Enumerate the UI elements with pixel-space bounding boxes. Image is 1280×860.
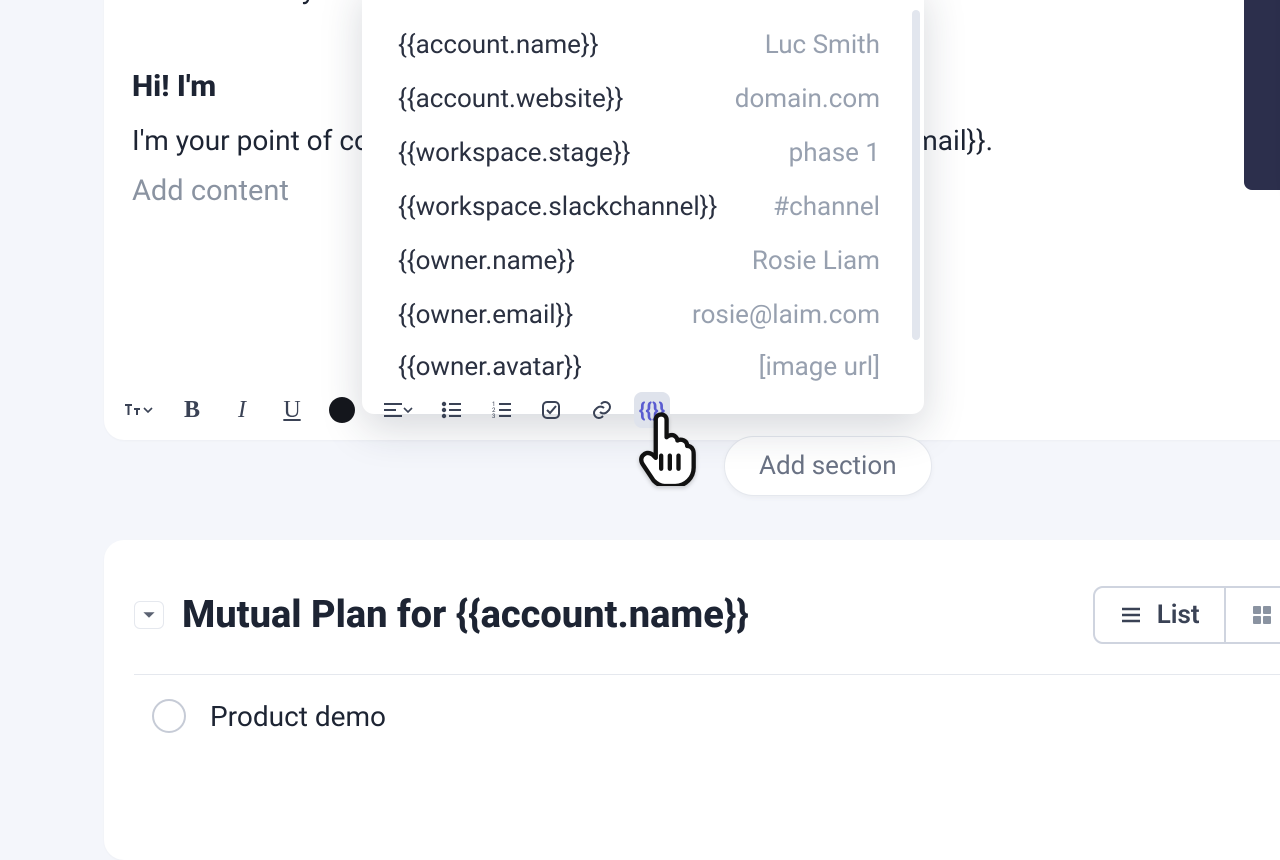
svg-text:3: 3 bbox=[492, 413, 495, 420]
variable-option[interactable]: {{workspace.slackchannel}} #channel bbox=[362, 180, 924, 234]
dropdown-scrollbar[interactable] bbox=[912, 10, 920, 340]
checklist-button[interactable] bbox=[534, 392, 570, 428]
view-switcher: List Car bbox=[1093, 586, 1280, 644]
color-dot-icon bbox=[329, 397, 355, 423]
view-card-button[interactable]: Car bbox=[1226, 586, 1280, 644]
insert-variable-button[interactable]: {{}} bbox=[634, 392, 670, 428]
list-icon bbox=[1119, 603, 1143, 627]
divider bbox=[134, 674, 1280, 675]
numbered-list-button[interactable]: 123 bbox=[484, 392, 520, 428]
mutual-plan-panel: Mutual Plan for {{account.name}} List Ca… bbox=[104, 540, 1280, 860]
text-size-button[interactable] bbox=[114, 392, 160, 428]
chevron-down-icon bbox=[142, 608, 156, 622]
mutual-plan-title[interactable]: Mutual Plan for {{account.name}} bbox=[182, 593, 749, 637]
variable-option[interactable]: {{owner.email}} rosie@laim.com bbox=[362, 288, 924, 342]
chevron-down-icon bbox=[403, 405, 413, 415]
view-list-button[interactable]: List bbox=[1093, 586, 1226, 644]
add-section-button[interactable]: Add section bbox=[724, 436, 932, 496]
link-button[interactable] bbox=[584, 392, 620, 428]
bulleted-list-button[interactable] bbox=[434, 392, 470, 428]
underline-button[interactable]: U bbox=[274, 392, 310, 428]
align-button[interactable] bbox=[374, 392, 420, 428]
formatting-toolbar: B I U 123 {{}} bbox=[104, 384, 684, 436]
variable-option[interactable]: {{account.name}} Luc Smith bbox=[362, 18, 924, 72]
task-checkbox[interactable] bbox=[152, 699, 186, 733]
variable-option[interactable]: {{workspace.stage}} phase 1 bbox=[362, 126, 924, 180]
variable-option[interactable]: {{account.website}} domain.com bbox=[362, 72, 924, 126]
grid-icon bbox=[1250, 603, 1274, 627]
variable-dropdown[interactable]: {{account.name}} Luc Smith {{account.web… bbox=[362, 0, 924, 414]
italic-button[interactable]: I bbox=[224, 392, 260, 428]
variable-option[interactable]: {{owner.name}} Rosie Liam bbox=[362, 234, 924, 288]
preview-mini-sidebar bbox=[1244, 0, 1280, 190]
task-label: Product demo bbox=[210, 700, 386, 733]
collapse-toggle[interactable] bbox=[134, 601, 164, 629]
chevron-down-icon bbox=[143, 405, 153, 415]
text-color-button[interactable] bbox=[324, 392, 360, 428]
task-row[interactable]: Product demo bbox=[152, 699, 1280, 733]
bold-button[interactable]: B bbox=[174, 392, 210, 428]
